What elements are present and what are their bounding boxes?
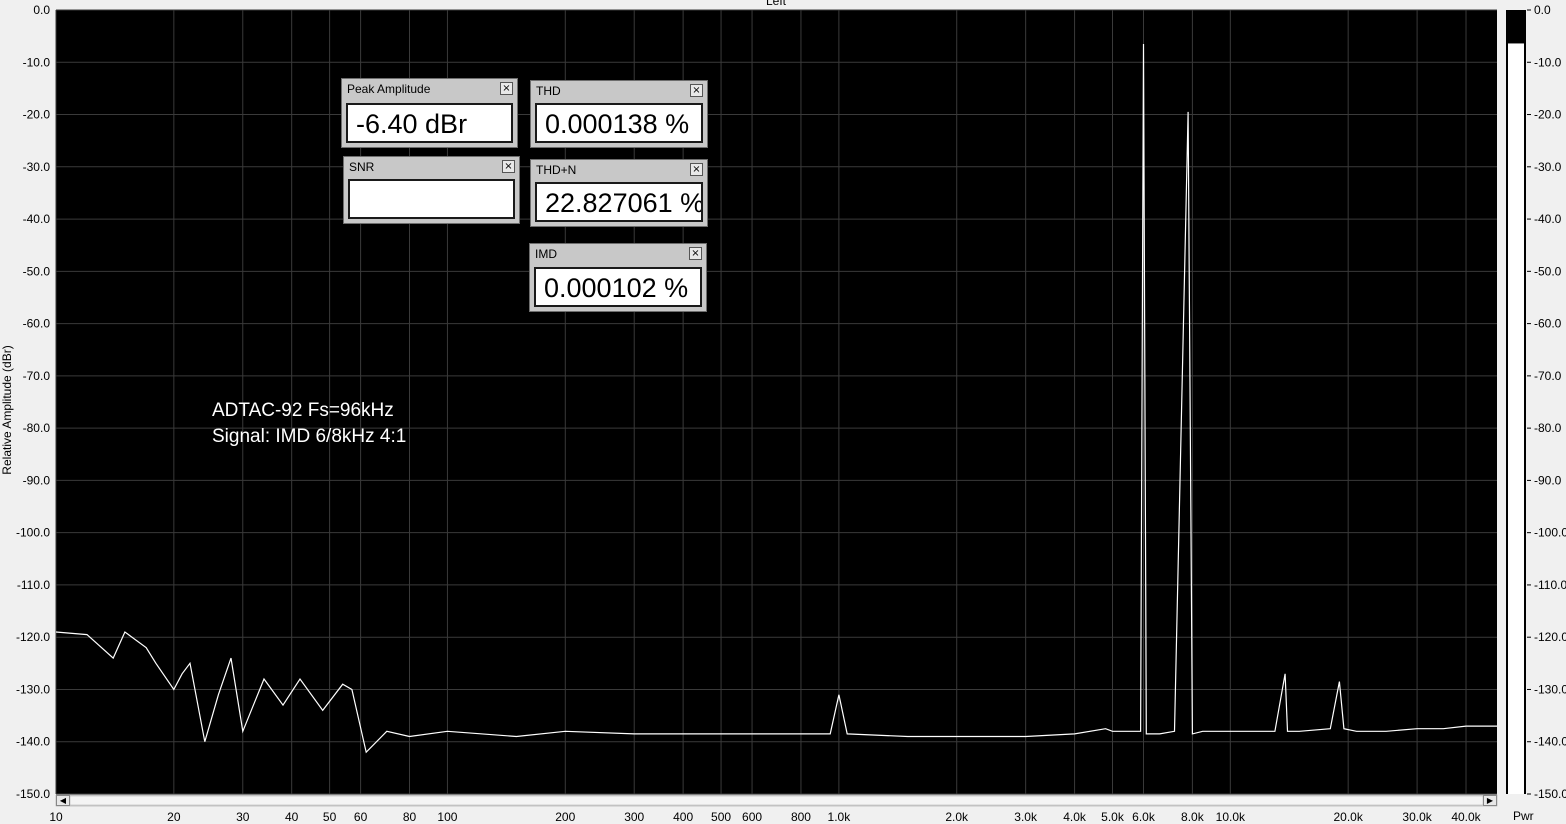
snr-value (348, 179, 515, 219)
meter-tick-label: -20.0 (1534, 108, 1562, 122)
meter-tick-label: -100.0 (1534, 526, 1566, 540)
level-meter-ticks: 0.0 -10.0 -20.0 -30.0 -40.0 -50.0 -60.0 -70.0 -8… (1527, 3, 1566, 801)
y-tick-label: -110.0 (17, 578, 50, 592)
annotation-signal: Signal: IMD 6/8kHz 4:1 (212, 426, 407, 447)
x-tick-label: 10.0k (1216, 810, 1246, 824)
y-tick-label: -20.0 (23, 108, 51, 122)
x-tick-label: 80 (403, 810, 417, 824)
x-tick-label: 3.0k (1014, 810, 1038, 824)
y-axis-label: Relative Amplitude (dBr) (0, 345, 14, 474)
close-icon[interactable]: × (690, 163, 703, 176)
y-tick-label: -70.0 (23, 369, 51, 383)
thd-n-title: THD+N (536, 163, 577, 177)
snr-widget[interactable]: SNR × (343, 156, 520, 224)
x-tick-label: 100 (437, 810, 457, 824)
y-tick-label: -50.0 (23, 264, 51, 278)
meter-tick-label: -50.0 (1534, 264, 1562, 278)
imd-value: 0.000102 % (534, 267, 702, 307)
y-tick-label: -120.0 (16, 630, 50, 644)
x-tick-label: 20 (167, 810, 181, 824)
x-tick-label: 800 (791, 810, 811, 824)
x-tick-label: 40.0k (1451, 810, 1481, 824)
x-tick-label: 10 (49, 810, 63, 824)
y-axis-ticks: 0.0 -10.0 -20.0 -30.0 -40.0 -50.0 -60.0 -70.0 -8… (16, 3, 50, 801)
y-tick-label: -100.0 (16, 526, 50, 540)
x-tick-label: 400 (673, 810, 693, 824)
x-tick-label: 5.0k (1101, 810, 1125, 824)
x-tick-label: 60 (354, 810, 368, 824)
x-tick-label: 300 (624, 810, 644, 824)
x-tick-label: 500 (711, 810, 731, 824)
y-tick-label: -130.0 (16, 682, 50, 696)
level-meter-label: Pwr (1513, 809, 1534, 823)
scroll-left-button[interactable]: ◀ (56, 795, 70, 806)
thd-value: 0.000138 % (535, 103, 703, 143)
peak-amplitude-title: Peak Amplitude (347, 82, 431, 96)
y-tick-label: -10.0 (23, 55, 51, 69)
close-icon[interactable]: × (690, 84, 703, 97)
meter-tick-label: -150.0 (1534, 787, 1566, 801)
meter-tick-label: -120.0 (1534, 630, 1566, 644)
meter-tick-label: -110.0 (1534, 578, 1566, 592)
meter-tick-label: 0.0 (1534, 3, 1551, 17)
meter-tick-label: -30.0 (1534, 160, 1562, 174)
y-tick-label: -30.0 (23, 160, 51, 174)
y-tick-label: -140.0 (16, 735, 50, 749)
peak-amplitude-value: -6.40 dBr (346, 103, 513, 143)
x-tick-label: 30 (236, 810, 250, 824)
meter-tick-label: -10.0 (1534, 55, 1562, 69)
x-tick-label: 4.0k (1063, 810, 1087, 824)
thd-n-widget[interactable]: THD+N × 22.827061 % (530, 159, 708, 227)
close-icon[interactable]: × (502, 160, 515, 173)
y-tick-label: -80.0 (23, 421, 51, 435)
level-meter-bar (1508, 43, 1524, 794)
meter-tick-label: -40.0 (1534, 212, 1562, 226)
y-tick-label: -90.0 (23, 473, 51, 487)
x-tick-label: 20.0k (1333, 810, 1363, 824)
close-icon[interactable]: × (500, 82, 513, 95)
x-tick-label: 2.0k (945, 810, 969, 824)
x-tick-label: 1.0k (828, 810, 852, 824)
x-tick-label: 40 (285, 810, 299, 824)
meter-tick-label: -60.0 (1534, 317, 1562, 331)
scrollbar-thumb[interactable] (69, 795, 1484, 806)
y-tick-label: -60.0 (23, 317, 51, 331)
x-tick-label: 600 (742, 810, 762, 824)
channel-label: Left (766, 0, 787, 8)
thd-widget[interactable]: THD × 0.000138 % (530, 80, 708, 148)
meter-tick-label: -140.0 (1534, 735, 1566, 749)
thd-title: THD (536, 84, 561, 98)
scroll-right-button[interactable]: ▶ (1483, 795, 1497, 806)
meter-tick-label: -70.0 (1534, 369, 1562, 383)
y-tick-label: -40.0 (23, 212, 51, 226)
x-tick-label: 30.0k (1402, 810, 1432, 824)
meter-tick-label: -90.0 (1534, 473, 1562, 487)
close-icon[interactable]: × (689, 247, 702, 260)
imd-title: IMD (535, 247, 557, 261)
imd-widget[interactable]: IMD × 0.000102 % (529, 243, 707, 312)
x-tick-label: 200 (555, 810, 575, 824)
thd-n-value: 22.827061 % (535, 182, 703, 222)
peak-amplitude-widget[interactable]: Peak Amplitude × -6.40 dBr (341, 78, 518, 148)
meter-tick-label: -130.0 (1534, 682, 1566, 696)
annotation-device: ADTAC-92 Fs=96kHz (212, 400, 394, 421)
x-axis-ticks: 10 20 30 40 50 60 80 100 200 300 400 500 600 800 1.0k 2… (49, 810, 1481, 824)
snr-title: SNR (349, 160, 375, 174)
y-tick-label: 0.0 (33, 3, 50, 17)
x-tick-label: 8.0k (1181, 810, 1205, 824)
x-tick-label: 50 (323, 810, 337, 824)
x-tick-label: 6.0k (1132, 810, 1156, 824)
meter-tick-label: -80.0 (1534, 421, 1562, 435)
y-tick-label: -150.0 (16, 787, 50, 801)
